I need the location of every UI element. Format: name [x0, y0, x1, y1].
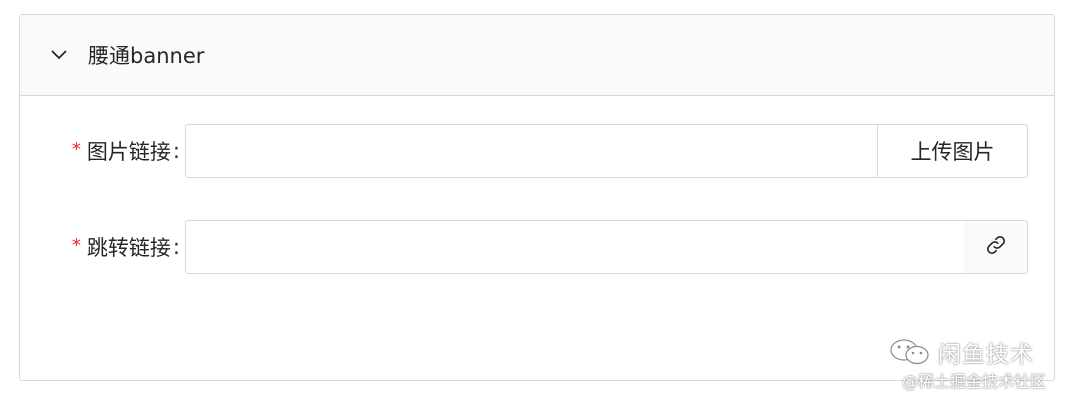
- required-mark: *: [71, 234, 81, 256]
- upload-image-button[interactable]: 上传图片: [877, 124, 1028, 178]
- required-mark: *: [71, 138, 81, 160]
- image-link-label-text: 图片链接: [86, 140, 171, 164]
- form-row-jump-link: * 跳转链接 :: [20, 220, 1054, 274]
- collapse-panel: 腰通banner * 图片链接 : 上传图片 * 跳转链接 :: [19, 14, 1055, 381]
- jump-link-label-text: 跳转链接: [86, 236, 171, 260]
- image-link-input[interactable]: [185, 124, 878, 178]
- form-row-image-link: * 图片链接 : 上传图片: [20, 124, 1054, 178]
- panel-header[interactable]: 腰通banner: [20, 15, 1054, 96]
- image-link-label: * 图片链接 :: [20, 124, 180, 178]
- link-button[interactable]: [964, 220, 1028, 274]
- label-colon: :: [172, 139, 180, 163]
- jump-link-input[interactable]: [185, 220, 965, 274]
- panel-title: 腰通banner: [88, 44, 205, 68]
- chevron-down-icon[interactable]: [50, 46, 68, 64]
- link-icon: [985, 234, 1007, 260]
- jump-link-label: * 跳转链接 :: [20, 220, 180, 274]
- label-colon: :: [172, 235, 180, 259]
